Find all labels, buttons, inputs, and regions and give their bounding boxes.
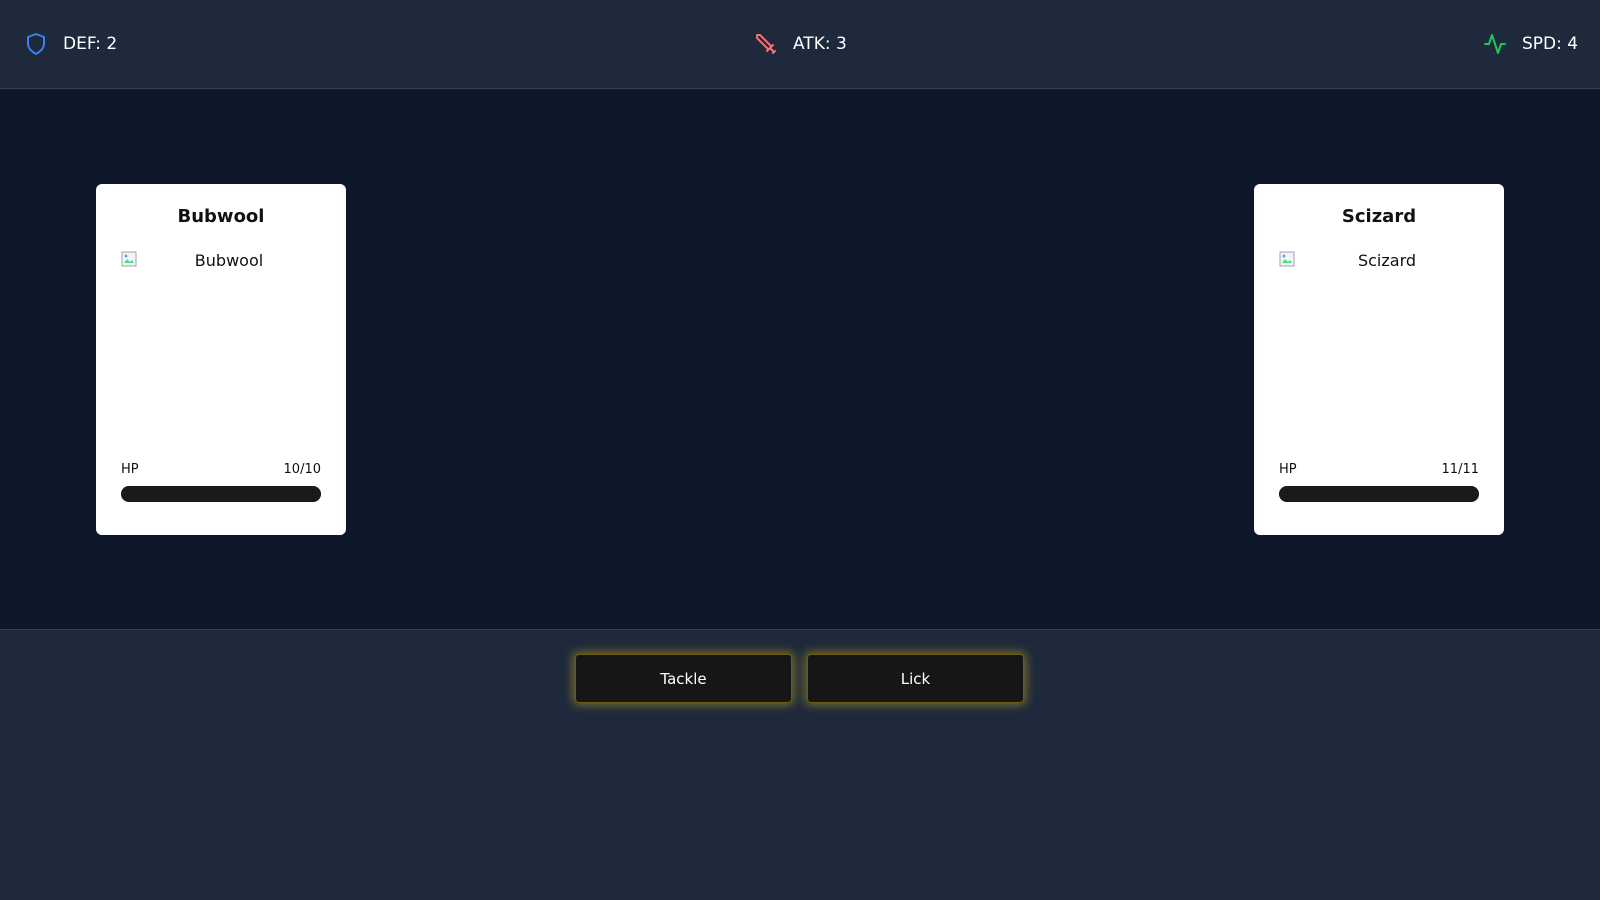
opponent-hp-value: 11/11	[1441, 462, 1479, 477]
activity-icon	[1483, 32, 1507, 56]
player-monster-name: Bubwool	[177, 206, 265, 227]
opponent-monster-image: Scizard	[1279, 251, 1479, 441]
battle-arena: Bubwool Bubwool HP 10/10 Scizard Scizard…	[0, 89, 1600, 630]
sword-icon	[754, 32, 778, 56]
shield-icon	[24, 32, 48, 56]
move-button-tackle[interactable]: Tackle	[575, 654, 792, 703]
stat-speed-label: SPD: 4	[1522, 34, 1579, 54]
stats-bar: DEF: 2 ATK: 3 SPD: 4	[0, 0, 1600, 89]
player-hp-value: 10/10	[283, 462, 321, 477]
stat-attack: ATK: 3	[754, 30, 847, 58]
opponent-monster-name: Scizard	[1341, 206, 1417, 227]
opponent-hp-label: HP	[1279, 462, 1297, 477]
opponent-hp-bar	[1279, 486, 1479, 502]
player-monster-card: Bubwool Bubwool HP 10/10	[96, 184, 346, 535]
player-monster-image: Bubwool	[121, 251, 321, 441]
stat-attack-label: ATK: 3	[793, 34, 847, 54]
move-button-lick[interactable]: Lick	[807, 654, 1024, 703]
player-hp-label: HP	[121, 462, 139, 477]
stat-speed: SPD: 4	[1483, 30, 1578, 58]
player-hp-bar-fill	[121, 486, 321, 502]
player-hp-bar	[121, 486, 321, 502]
stat-defense-label: DEF: 2	[63, 34, 118, 54]
player-monster-image-alt: Bubwool	[194, 251, 264, 270]
opponent-hp-bar-fill	[1279, 486, 1479, 502]
opponent-monster-card: Scizard Scizard HP 11/11	[1254, 184, 1504, 535]
stat-defense: DEF: 2	[24, 30, 117, 58]
opponent-monster-image-alt: Scizard	[1357, 251, 1417, 270]
battle-screen: DEF: 2 ATK: 3 SPD: 4 Bubwool Bubwool HP …	[0, 0, 1600, 900]
